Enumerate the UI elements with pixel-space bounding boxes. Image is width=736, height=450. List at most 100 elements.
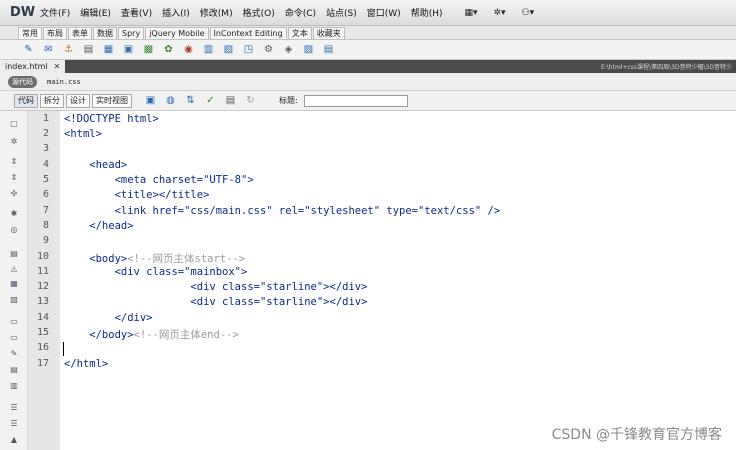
recent-snippets-icon[interactable]: ▤: [8, 365, 20, 375]
layout-icon[interactable]: ▦▾: [464, 8, 477, 18]
highlight-invalid-icon[interactable]: ⚠: [8, 265, 20, 275]
line-number: 5: [42, 174, 49, 185]
site-icon[interactable]: ⚇▾: [522, 8, 535, 18]
templates-icon[interactable]: ◈: [282, 43, 295, 56]
named-anchor-icon[interactable]: ⚓: [62, 43, 75, 56]
syntax-error-icon[interactable]: ▦: [8, 279, 20, 289]
code-line[interactable]: <link href="css/main.css" rel="styleshee…: [64, 205, 501, 217]
code-editor[interactable]: <!DOCTYPE html> <html> <head> <meta char…: [60, 111, 736, 450]
code-line[interactable]: <title></title>: [64, 189, 210, 201]
tab-data[interactable]: 数据: [93, 27, 117, 39]
code-text: </body>: [64, 329, 134, 341]
image-icon[interactable]: ▩: [142, 43, 155, 56]
code-line[interactable]: </body><!--网页主体end-->: [64, 327, 239, 342]
horizontal-rule-icon[interactable]: ▤: [82, 43, 95, 56]
line-number: 4: [42, 159, 49, 170]
visual-aids-icon[interactable]: ▤: [224, 94, 237, 107]
menu-modify[interactable]: 修改(M): [200, 6, 233, 19]
line-number: 9: [42, 235, 49, 246]
balance-braces-icon[interactable]: ◎: [8, 225, 20, 235]
file-management-icon[interactable]: ⇅: [184, 94, 197, 107]
code-line[interactable]: <div class="starline"></div>: [64, 296, 367, 308]
apply-comment-icon[interactable]: ▭: [8, 317, 20, 327]
indent-code-icon[interactable]: ☰: [8, 403, 20, 413]
tab-jquery-mobile[interactable]: jQuery Mobile: [145, 27, 209, 39]
move-css-icon[interactable]: ▥: [8, 381, 20, 391]
collapse-full-tag-icon[interactable]: ⇕: [8, 157, 20, 167]
code-line[interactable]: <html>: [64, 128, 102, 140]
wrap-tag-icon[interactable]: ✎: [8, 349, 20, 359]
code-view-button[interactable]: 代码: [14, 93, 38, 108]
menu-format[interactable]: 格式(O): [243, 6, 275, 19]
tab-layout[interactable]: 布局: [43, 27, 67, 39]
menu-view[interactable]: 查看(V): [121, 6, 152, 19]
comment-icon[interactable]: ▨: [222, 43, 235, 56]
code-line[interactable]: </div>: [64, 312, 153, 324]
server-include-icon[interactable]: ▥: [202, 43, 215, 56]
tab-common[interactable]: 常用: [18, 27, 42, 39]
menu-insert[interactable]: 插入(I): [162, 6, 190, 19]
code-line[interactable]: <head>: [64, 159, 127, 171]
div-icon[interactable]: ▣: [122, 43, 135, 56]
word-wrap-icon[interactable]: ▧: [8, 295, 20, 305]
select-parent-tag-icon[interactable]: ✱: [8, 209, 20, 219]
tab-spry[interactable]: Spry: [118, 27, 145, 39]
format-source-icon[interactable]: ▲: [8, 435, 20, 445]
tab-forms[interactable]: 表单: [68, 27, 92, 39]
menu-file[interactable]: 文件(F): [40, 6, 70, 19]
code-line[interactable]: <div class="starline"></div>: [64, 281, 367, 293]
live-view-button[interactable]: 实时视图: [92, 93, 132, 108]
head-icon[interactable]: ◳: [242, 43, 255, 56]
coding-toolbar: ▢ ✲ ⇕ ⇕ ✣ ✱ ◎ ▤ ⚠ ▦ ▧ ▭ ▭ ✎ ▤ ▥ ☰ ☰ ▲: [0, 111, 28, 450]
line-number: 2: [42, 128, 49, 139]
design-view-button[interactable]: 设计: [66, 93, 90, 108]
split-view-button[interactable]: 拆分: [40, 93, 64, 108]
line-numbers-icon[interactable]: ▤: [8, 249, 20, 259]
collapse-selection-icon[interactable]: ⇕: [8, 173, 20, 183]
code-comment: <!--网页主体end-->: [133, 329, 239, 341]
widget-icon[interactable]: ▤: [322, 43, 335, 56]
code-line[interactable]: </html>: [64, 358, 108, 370]
tab-text[interactable]: 文本: [287, 27, 312, 39]
tag-chooser-icon[interactable]: ▧: [302, 43, 315, 56]
script-icon[interactable]: ⚙: [262, 43, 275, 56]
title-input[interactable]: [303, 94, 408, 107]
code-line[interactable]: </head>: [64, 220, 133, 232]
menu-edit[interactable]: 编辑(E): [80, 6, 111, 19]
related-file-main-css[interactable]: main.css: [47, 78, 81, 86]
menu-window[interactable]: 窗口(W): [367, 6, 401, 19]
multiscreen-icon[interactable]: ▣: [144, 94, 157, 107]
code-line[interactable]: <div class="mainbox">: [64, 266, 248, 278]
media-icon[interactable]: ✿: [162, 43, 175, 56]
email-link-icon[interactable]: ✉: [42, 43, 55, 56]
gear-icon[interactable]: ✲▾: [494, 8, 506, 18]
tab-favorites[interactable]: 收藏夹: [312, 27, 345, 39]
date-icon[interactable]: ◉: [182, 43, 195, 56]
hyperlink-icon[interactable]: ✎: [22, 43, 35, 56]
outdent-code-icon[interactable]: ☰: [8, 419, 20, 429]
code-line[interactable]: <meta charset="UTF-8">: [64, 174, 254, 186]
check-page-icon[interactable]: ✓: [204, 94, 217, 107]
refresh-icon[interactable]: ↻: [244, 94, 257, 107]
show-code-navigator-icon[interactable]: ✲: [8, 137, 20, 147]
line-number: 1: [42, 113, 49, 124]
document-tab[interactable]: index.html ✕: [0, 60, 66, 73]
menu-commands[interactable]: 命令(C): [285, 6, 316, 19]
code-line[interactable]: <body><!--网页主体start-->: [64, 251, 245, 266]
close-icon[interactable]: ✕: [54, 60, 61, 73]
source-code-pill[interactable]: 源代码: [8, 75, 37, 88]
expand-all-icon[interactable]: ✣: [8, 189, 20, 199]
remove-comment-icon[interactable]: ▭: [8, 333, 20, 343]
open-documents-icon[interactable]: ▢: [8, 119, 20, 129]
code-line[interactable]: <!DOCTYPE html>: [64, 113, 159, 125]
line-number-gutter: 1 2 3 4 5 6 7 8 9 10 11 12 13 14 15 16 1…: [28, 111, 60, 450]
insert-panel-tabs: 常用 布局 表单 数据 Spry jQuery Mobile InContext…: [0, 26, 736, 40]
menu-site[interactable]: 站点(S): [326, 6, 357, 19]
table-icon[interactable]: ▦: [102, 43, 115, 56]
menu-help[interactable]: 帮助(H): [411, 6, 443, 19]
tab-incontext-editing[interactable]: InContext Editing: [209, 27, 287, 39]
preview-browser-icon[interactable]: ◍: [164, 94, 177, 107]
line-number: 11: [36, 266, 49, 277]
related-files-bar: 源代码 main.css: [0, 73, 736, 91]
line-number: 7: [42, 205, 49, 216]
